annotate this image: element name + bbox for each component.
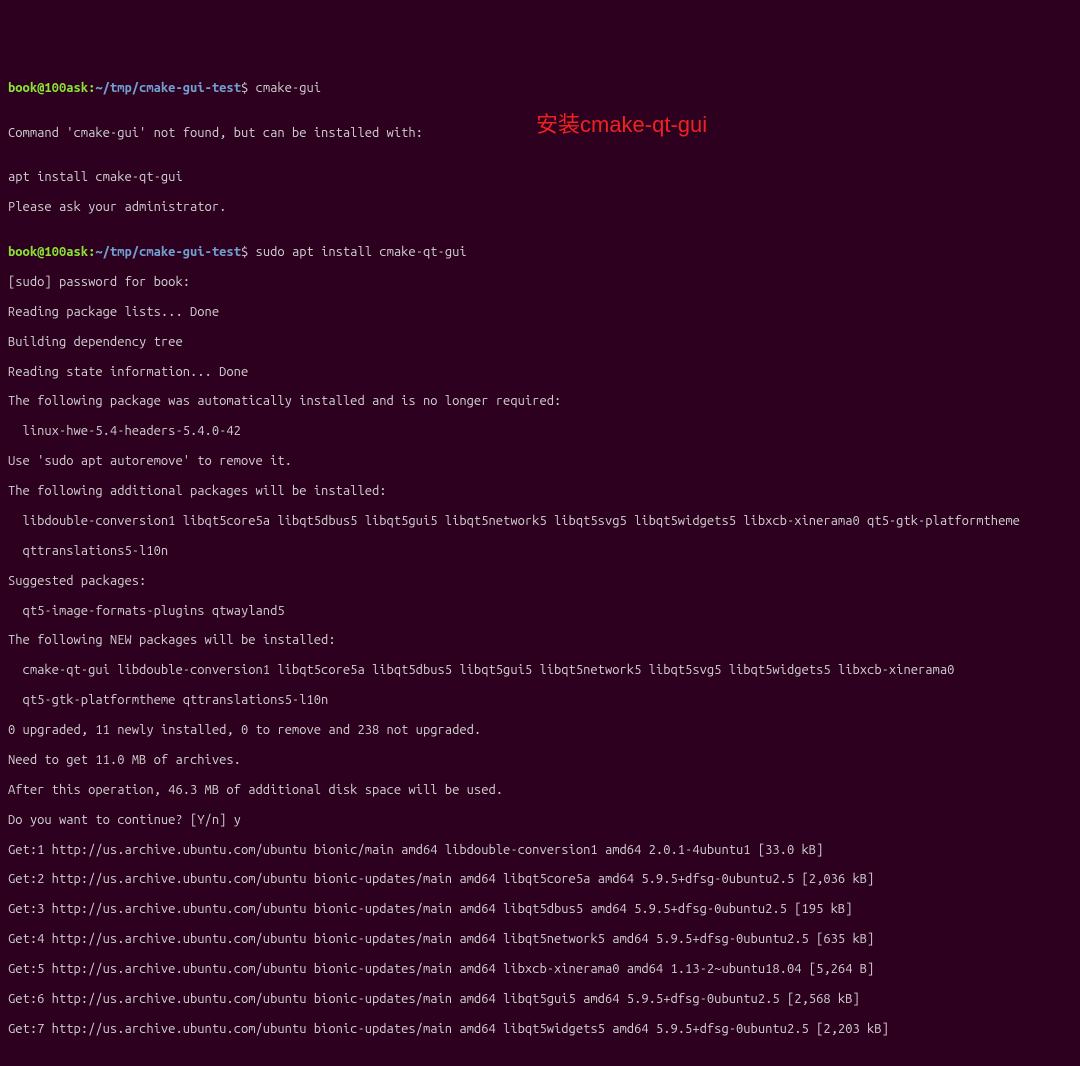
output-line: Reading package lists... Done	[8, 305, 1072, 320]
output-line: The following additional packages will b…	[8, 484, 1072, 499]
output-line: Suggested packages:	[8, 574, 1072, 589]
output-line: cmake-qt-gui libdouble-conversion1 libqt…	[8, 663, 1072, 678]
prompt-path: ~/tmp/cmake-gui-test	[95, 245, 241, 259]
output-line: qttranslations5-l10n	[8, 544, 1072, 559]
output-line: [sudo] password for book:	[8, 275, 1072, 290]
output-line: 0 upgraded, 11 newly installed, 0 to rem…	[8, 723, 1072, 738]
command-text: sudo apt install cmake-qt-gui	[256, 245, 467, 259]
output-line: Do you want to continue? [Y/n] y	[8, 813, 1072, 828]
output-line: Need to get 11.0 MB of archives.	[8, 753, 1072, 768]
output-line: libdouble-conversion1 libqt5core5a libqt…	[8, 514, 1072, 529]
output-line: apt install cmake-qt-gui	[8, 170, 1072, 185]
output-line: The following package was automatically …	[8, 394, 1072, 409]
output-line: Get:5 http://us.archive.ubuntu.com/ubunt…	[8, 962, 1072, 977]
terminal-output: book@100ask:~/tmp/cmake-gui-test$ cmake-…	[8, 66, 1072, 1052]
output-line: qt5-gtk-platformtheme qttranslations5-l1…	[8, 693, 1072, 708]
output-line: Get:1 http://us.archive.ubuntu.com/ubunt…	[8, 843, 1072, 858]
output-line: Use 'sudo apt autoremove' to remove it.	[8, 454, 1072, 469]
output-line: Get:6 http://us.archive.ubuntu.com/ubunt…	[8, 992, 1072, 1007]
prompt-line-2: book@100ask:~/tmp/cmake-gui-test$ sudo a…	[8, 245, 1072, 260]
output-line: Please ask your administrator.	[8, 200, 1072, 215]
prompt-user: book@100ask	[8, 81, 88, 95]
output-line: Building dependency tree	[8, 335, 1072, 350]
prompt-dollar: $	[241, 81, 256, 95]
output-line: qt5-image-formats-plugins qtwayland5	[8, 604, 1072, 619]
command-text: cmake-gui	[256, 81, 322, 95]
prompt-dollar: $	[241, 245, 256, 259]
prompt-user: book@100ask	[8, 245, 88, 259]
output-line: Reading state information... Done	[8, 365, 1072, 380]
output-line: Get:2 http://us.archive.ubuntu.com/ubunt…	[8, 872, 1072, 887]
output-line: Get:7 http://us.archive.ubuntu.com/ubunt…	[8, 1022, 1072, 1037]
output-line: Get:3 http://us.archive.ubuntu.com/ubunt…	[8, 902, 1072, 917]
annotation-text: 安装cmake-qt-gui	[536, 112, 707, 137]
output-line: linux-hwe-5.4-headers-5.4.0-42	[8, 424, 1072, 439]
output-line: Get:4 http://us.archive.ubuntu.com/ubunt…	[8, 932, 1072, 947]
output-line: The following NEW packages will be insta…	[8, 633, 1072, 648]
prompt-line-1: book@100ask:~/tmp/cmake-gui-test$ cmake-…	[8, 81, 1072, 96]
prompt-path: ~/tmp/cmake-gui-test	[95, 81, 241, 95]
output-line: After this operation, 46.3 MB of additio…	[8, 783, 1072, 798]
